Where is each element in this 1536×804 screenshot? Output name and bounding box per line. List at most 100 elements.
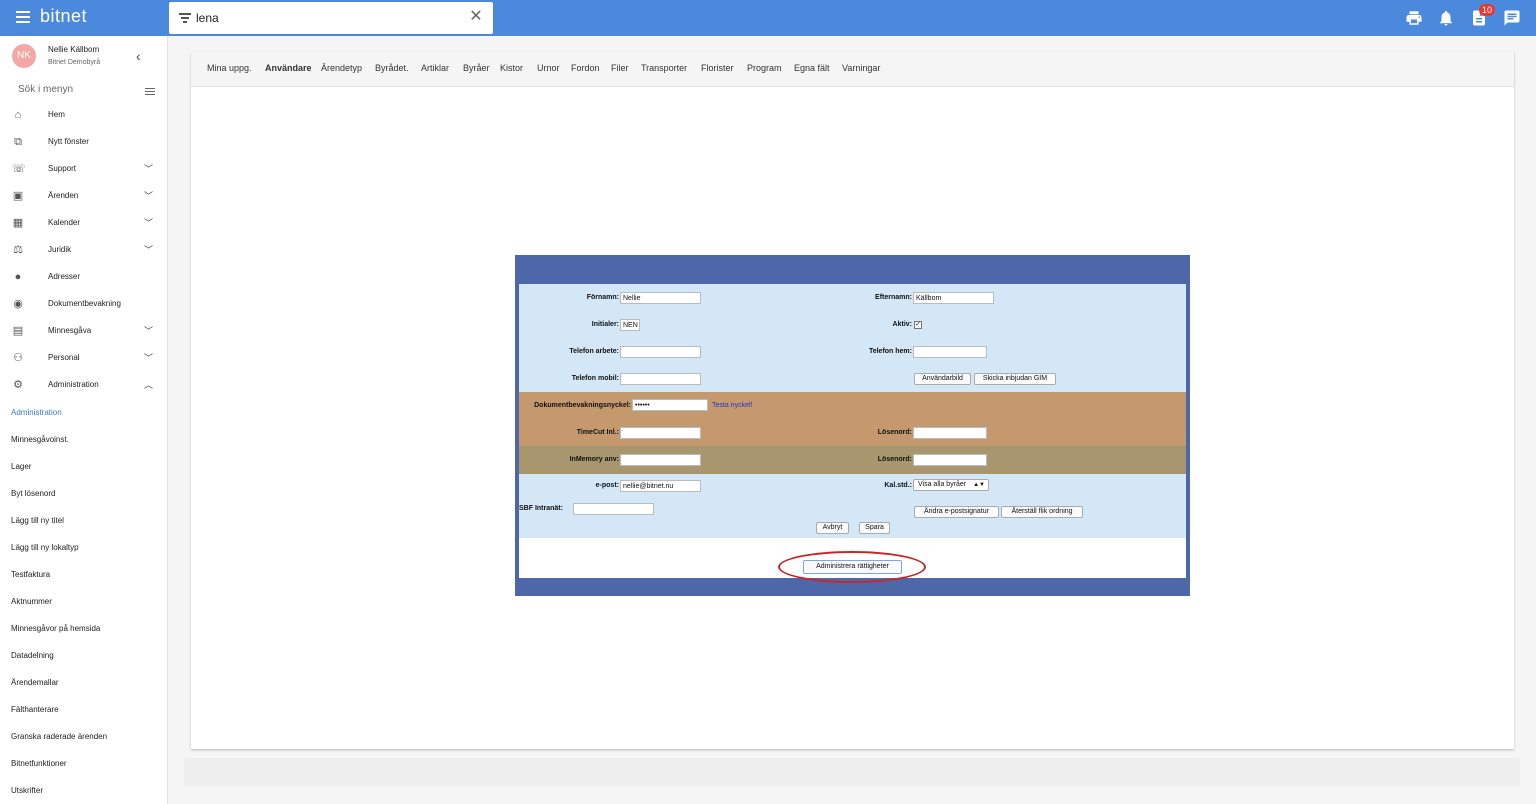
initialer-field[interactable]: NEN (620, 319, 640, 331)
epost-label: e-post: (595, 482, 619, 489)
chevron-down-icon: ﹀ (144, 353, 154, 363)
gift-icon: ▤ (12, 325, 24, 337)
sbf-intranat-field[interactable] (573, 503, 654, 515)
search-box[interactable]: ✕ (169, 2, 493, 34)
sidebar-subitem[interactable]: Byt lösenord (11, 489, 55, 498)
sidebar-item-administration[interactable]: ⚙ Administration ︿ (0, 372, 168, 399)
inmemory-losenord-label: Lösenord: (877, 456, 912, 463)
close-icon[interactable]: ✕ (469, 9, 483, 25)
tab-varningar[interactable]: Varningar (842, 63, 880, 73)
andra-epostsignatur-button[interactable]: Ändra e-postsignatur (914, 506, 999, 518)
print-icon[interactable] (1405, 9, 1423, 27)
tab-fordon[interactable]: Fordon (571, 63, 600, 73)
inmemory-field[interactable] (620, 454, 701, 466)
sidebar-subitem[interactable]: Utskrifter (11, 786, 43, 795)
testa-nyckel-link[interactable]: Testa nyckel! (712, 402, 752, 409)
aktiv-checkbox[interactable]: ✓ (914, 321, 922, 329)
sidebar-subitem[interactable]: Fälthanterare (11, 705, 59, 714)
tab-transporter[interactable]: Transporter (641, 63, 687, 73)
sidebar-item-label: Hem (48, 110, 65, 119)
timecut-field[interactable] (620, 427, 701, 439)
bell-icon[interactable] (1437, 9, 1455, 27)
tab-byraer[interactable]: Byråer (463, 63, 490, 73)
timecut-losenord-field[interactable] (913, 427, 987, 439)
chevron-down-icon: ﹀ (144, 191, 154, 201)
sidebar-subitem[interactable]: Minnesgåvoinst. (11, 435, 69, 444)
tab-byradet[interactable]: Byrådet. (375, 63, 409, 73)
sidebar-item-juridik[interactable]: ⚖ Juridik ﹀ (0, 237, 168, 264)
sidebar-item-minnesgava[interactable]: ▤ Minnesgåva ﹀ (0, 318, 168, 345)
sidebar-subitem[interactable]: Lager (11, 462, 31, 471)
tab-artiklar[interactable]: Artiklar (421, 63, 449, 73)
anvandarbild-button[interactable]: Användarbild (914, 373, 971, 385)
fornamn-label: Förnamn: (586, 294, 619, 301)
epost-field[interactable]: nellie@bitnet.nu (620, 480, 701, 492)
sidebar-item-label: Adresser (48, 272, 81, 281)
inmemory-label: InMemory anv: (569, 456, 619, 463)
tab-anvandare[interactable]: Användare (265, 63, 312, 73)
chevron-left-icon[interactable]: ‹ (136, 48, 141, 64)
sidebar-item-label: Kalender (48, 218, 81, 227)
sidebar-subitem[interactable]: Datadelning (11, 651, 54, 660)
tab-egna-falt[interactable]: Egna fält (794, 63, 830, 73)
sidebar-subitem[interactable]: Lägg till ny lokaltyp (11, 543, 79, 552)
search-input[interactable] (196, 9, 456, 27)
tab-bar: Mina uppg. Användare Ärendetyp Byrådet. … (191, 52, 1514, 87)
aterstall-flik-ordning-button[interactable]: Återställ flik ordning (1001, 506, 1083, 518)
sidebar-subitem[interactable]: Testfaktura (11, 570, 50, 579)
telefon-mobil-field[interactable] (620, 373, 701, 385)
user-profile[interactable]: NK Nellie Källbom Bitnet Demobyrå ‹ (0, 36, 168, 78)
inmemory-losenord-field[interactable] (913, 454, 987, 466)
sidebar-item-support[interactable]: ☏ Support ﹀ (0, 156, 168, 183)
tab-arendetyp[interactable]: Ärendetyp (321, 63, 362, 73)
sidebar-subitem[interactable]: Bitnetfunktioner (11, 759, 67, 768)
form-section-contact: e-post: nellie@bitnet.nu Kal.std.: Visa … (519, 474, 1186, 538)
dokumentbevakningsnyckel-label: Dokumentbevakningsnyckel: (534, 402, 631, 409)
sidebar-item-nytt-fonster[interactable]: ⧉ Nytt fönster (0, 129, 168, 156)
tab-mina-uppg[interactable]: Mina uppg. (207, 63, 252, 73)
brand-logo[interactable]: bitnet (40, 6, 87, 27)
tab-kistor[interactable]: Kistor (500, 63, 523, 73)
sbf-intranat-label: SBF Intranät: (519, 505, 563, 512)
sidebar-item-label: Minnesgåva (48, 326, 92, 335)
sidebar-item-personal[interactable]: ⚇ Personal ﹀ (0, 345, 168, 372)
task-list-icon[interactable]: 10 (1470, 4, 1496, 27)
avbryt-button[interactable]: Avbryt (816, 522, 849, 534)
tab-program[interactable]: Program (747, 63, 782, 73)
sidebar-subitem[interactable]: Minnesgåvor på hemsida (11, 624, 100, 633)
kalstd-select[interactable]: Visa alla byråer ▲▼ (913, 479, 989, 491)
sidebar-subitem[interactable]: Granska raderade ärenden (11, 732, 107, 741)
sidebar-item-adresser[interactable]: ● Adresser (0, 264, 168, 291)
top-bar: bitnet ✕ 10 (0, 0, 1536, 36)
form-section-keys: Dokumentbevakningsnyckel: •••••• Testa n… (519, 392, 1186, 446)
sidebar-item-dokumentbevakning[interactable]: ◉ Dokumentbevakning (0, 291, 168, 318)
sidebar-subitem[interactable]: Ärendemallar (11, 678, 59, 687)
chat-icon[interactable] (1503, 9, 1521, 27)
sidebar-subitem[interactable]: Lägg till ny titel (11, 516, 64, 525)
fornamn-field[interactable]: Nellie (620, 292, 701, 304)
menu-search-input[interactable]: Sök i menyn (18, 84, 73, 95)
user-name: Nellie Källbom (48, 45, 100, 54)
sidebar-item-arenden[interactable]: ▣ Ärenden ﹀ (0, 183, 168, 210)
sidebar-subitem-administration[interactable]: Administration (11, 408, 62, 417)
tab-urnor[interactable]: Urnor (537, 63, 560, 73)
tab-florister[interactable]: Florister (701, 63, 734, 73)
sidebar-item-label: Administration (48, 380, 99, 389)
dokumentbevakningsnyckel-field[interactable]: •••••• (632, 399, 708, 411)
tab-filer[interactable]: Filer (611, 63, 629, 73)
initialer-label: Initialer: (591, 321, 619, 328)
sidebar-item-hem[interactable]: ⌂ Hem (0, 102, 168, 129)
skicka-inbjudan-button[interactable]: Skicka inbjudan GIM (974, 373, 1056, 385)
sidebar-item-kalender[interactable]: ▦ Kalender ﹀ (0, 210, 168, 237)
menu-icon[interactable] (16, 11, 30, 23)
efternamn-field[interactable]: Källbom (913, 292, 994, 304)
sidebar-item-label: Support (48, 164, 77, 173)
assignment-icon: ▣ (12, 190, 24, 202)
telefon-hem-field[interactable] (913, 346, 987, 358)
highlight-annotation (778, 551, 926, 583)
sidebar-subitem[interactable]: Aktnummer (11, 597, 52, 606)
telefon-arbete-field[interactable] (620, 346, 701, 358)
spara-button[interactable]: Spara (859, 522, 890, 534)
telefon-hem-label: Telefon hem: (868, 348, 912, 355)
gear-icon: ⚙ (13, 379, 23, 391)
